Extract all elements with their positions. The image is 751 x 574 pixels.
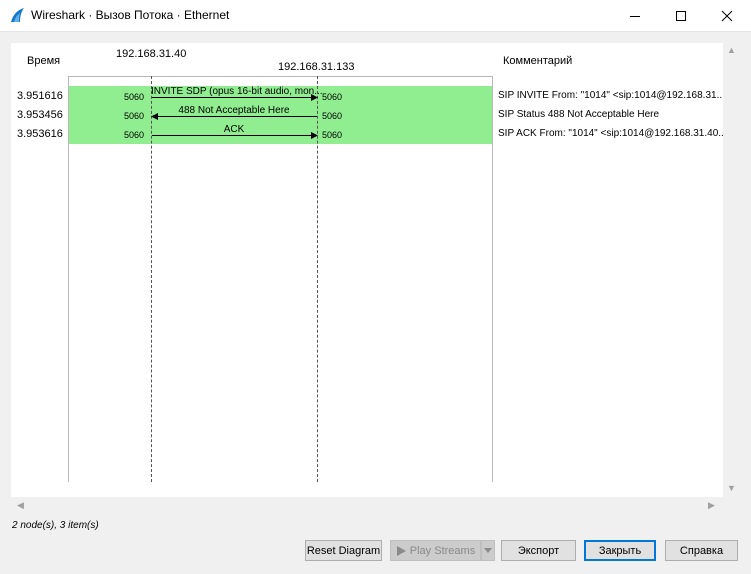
help-label: Справка	[679, 544, 724, 557]
export-label: Экспорт	[517, 544, 560, 557]
reset-diagram-label: Reset Diagram	[306, 544, 381, 557]
node-a-lifeline	[151, 76, 152, 482]
help-button[interactable]: Справка	[665, 540, 738, 561]
close-icon	[721, 10, 733, 21]
message-arrow	[152, 135, 312, 136]
message-label[interactable]: 488 Not Acceptable Here	[151, 105, 317, 116]
play-icon	[396, 545, 406, 556]
row-time[interactable]: 3.953456	[17, 109, 63, 121]
message-arrow	[152, 97, 312, 98]
play-streams-button[interactable]: Play Streams	[390, 540, 481, 561]
scroll-down-icon[interactable]: ▼	[727, 483, 736, 493]
scroll-up-icon[interactable]: ▲	[727, 45, 736, 55]
src-port: 5060	[124, 130, 145, 140]
close-button[interactable]: Закрыть	[584, 540, 656, 561]
vertical-scrollbar[interactable]: ▲ ▼	[723, 43, 739, 497]
minimize-button[interactable]	[612, 0, 658, 31]
message-label[interactable]: INVITE SDP (opus 16-bit audio, mon...	[151, 86, 323, 97]
src-port: 5060	[124, 92, 145, 102]
arrow-right-icon	[311, 94, 318, 101]
title-bar: Wireshark · Вызов Потока · Ethernet	[0, 0, 751, 32]
minimize-icon	[630, 15, 640, 17]
arrow-right-icon	[311, 132, 318, 139]
dst-port: 5060	[322, 130, 343, 140]
chevron-down-icon	[484, 547, 492, 553]
row-time[interactable]: 3.953616	[17, 128, 63, 140]
wireshark-fin-icon	[11, 8, 24, 22]
reset-diagram-button[interactable]: Reset Diagram	[305, 540, 382, 561]
row-time[interactable]: 3.951616	[17, 90, 63, 102]
top-border-line	[68, 76, 493, 77]
header-time: Время	[27, 55, 61, 67]
export-button[interactable]: Экспорт	[501, 540, 576, 561]
right-border-line	[492, 76, 493, 482]
status-text: 2 node(s), 3 item(s)	[12, 520, 99, 531]
row-comment[interactable]: SIP INVITE From: "1014" <sip:1014@192.16…	[498, 90, 725, 101]
left-border-line	[68, 76, 69, 482]
scroll-left-icon[interactable]: ◀	[17, 500, 24, 511]
header-comment: Комментарий	[503, 55, 573, 67]
dst-port: 5060	[322, 111, 343, 121]
play-streams-label: Play Streams	[409, 544, 476, 557]
maximize-icon	[676, 10, 686, 21]
horizontal-scrollbar[interactable]: ◀ ▶	[11, 497, 723, 514]
node-a-address: 192.168.31.40	[116, 48, 187, 60]
close-label: Закрыть	[598, 544, 642, 557]
close-window-button[interactable]	[704, 0, 750, 31]
src-port: 5060	[124, 111, 145, 121]
message-arrow	[157, 116, 317, 117]
maximize-button[interactable]	[658, 0, 704, 31]
play-streams-dropdown[interactable]	[481, 540, 495, 561]
node-b-address: 192.168.31.133	[278, 61, 355, 73]
message-label[interactable]: ACK	[151, 124, 317, 135]
dst-port: 5060	[322, 92, 343, 102]
window-title: Wireshark · Вызов Потока · Ethernet	[31, 8, 230, 22]
row-comment[interactable]: SIP ACK From: "1014" <sip:1014@192.168.3…	[498, 128, 727, 139]
row-comment[interactable]: SIP Status 488 Not Acceptable Here	[498, 109, 659, 120]
scroll-right-icon[interactable]: ▶	[708, 500, 715, 511]
